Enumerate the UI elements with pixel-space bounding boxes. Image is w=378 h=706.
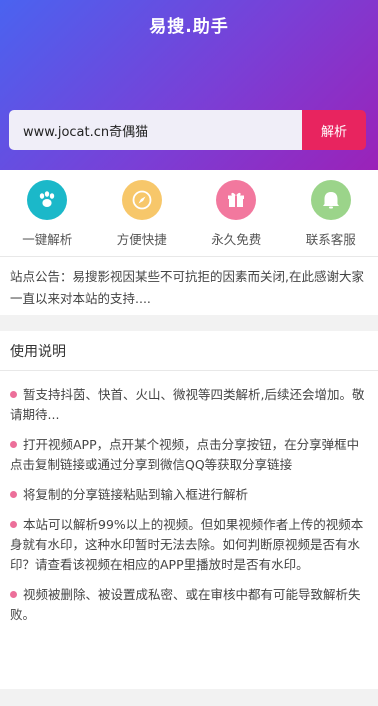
feature-bar: 一键解析 方便快捷 永久免费 联系客服 <box>0 170 378 256</box>
list-item-text: 打开视频APP，点开某个视频，点击分享按钮，在分享弹框中点击复制链接或通过分享到… <box>10 437 360 472</box>
gift-icon <box>216 180 257 220</box>
list-item-text: 暂支持抖茵、快首、火山、微视等四类解析,后续还会增加。敬请期待... <box>10 387 365 422</box>
feature-convenient[interactable]: 方便快捷 <box>97 180 187 256</box>
app-logo: 易搜.助手 <box>149 17 229 37</box>
bullet-icon <box>10 591 17 598</box>
bullet-icon <box>10 521 17 528</box>
list-item-text: 视频被删除、被设置成私密、或在审核中都有可能导致解析失败。 <box>10 587 361 622</box>
feature-label: 方便快捷 <box>116 232 167 247</box>
feature-contact-support[interactable]: 联系客服 <box>286 180 376 256</box>
paw-icon <box>27 180 68 220</box>
usage-list: 暂支持抖茵、快首、火山、微视等四类解析,后续还会增加。敬请期待... 打开视频A… <box>0 371 378 625</box>
list-item: 视频被删除、被设置成私密、或在审核中都有可能导致解析失败。 <box>10 585 368 625</box>
header: 易搜.助手 解析 <box>0 0 378 170</box>
bullet-icon <box>10 491 17 498</box>
list-item: 本站可以解析99%以上的视频。但如果视频作者上传的视频本身就有水印，这种水印暂时… <box>10 515 368 575</box>
feature-label: 联系客服 <box>305 232 356 247</box>
search-bar: 解析 <box>9 110 366 150</box>
bullet-icon <box>10 391 17 398</box>
list-item: 打开视频APP，点开某个视频，点击分享按钮，在分享弹框中点击复制链接或通过分享到… <box>10 435 368 475</box>
usage-panel: 使用说明 暂支持抖茵、快首、火山、微视等四类解析,后续还会增加。敬请期待... … <box>0 331 378 689</box>
bullet-icon <box>10 441 17 448</box>
list-item: 将复制的分享链接粘贴到输入框进行解析 <box>10 485 368 505</box>
chat-bubble-icon <box>310 180 351 220</box>
compass-icon <box>121 180 162 220</box>
feature-free-forever[interactable]: 永久免费 <box>191 180 281 256</box>
feature-label: 永久免费 <box>211 232 262 247</box>
url-input[interactable] <box>9 110 302 150</box>
usage-title: 使用说明 <box>0 331 378 371</box>
divider <box>0 315 378 331</box>
list-item-text: 将复制的分享链接粘贴到输入框进行解析 <box>23 487 249 502</box>
feature-one-click-parse[interactable]: 一键解析 <box>2 180 92 256</box>
list-item: 暂支持抖茵、快首、火山、微视等四类解析,后续还会增加。敬请期待... <box>10 385 368 425</box>
list-item-text: 本站可以解析99%以上的视频。但如果视频作者上传的视频本身就有水印，这种水印暂时… <box>10 517 364 572</box>
parse-button[interactable]: 解析 <box>302 110 366 150</box>
feature-label: 一键解析 <box>22 232 73 247</box>
site-notice: 站点公告：易搜影视因某些不可抗拒的因素而关闭,在此感谢大家一直以来对本站的支持.… <box>0 256 378 315</box>
